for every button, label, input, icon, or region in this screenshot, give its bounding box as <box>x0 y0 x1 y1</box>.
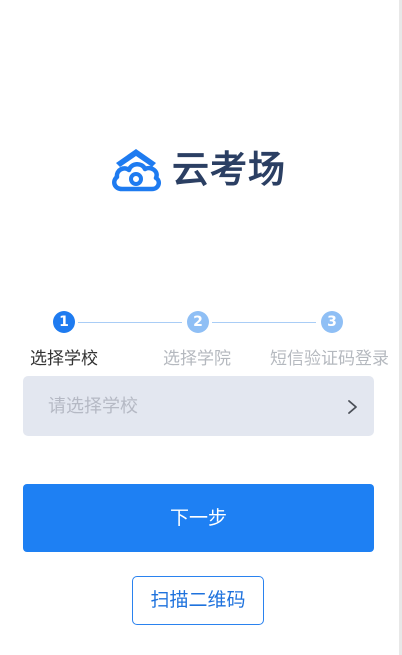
app-name: 云考场 <box>172 148 286 191</box>
step-1-circle: 1 <box>53 311 75 333</box>
step-connector-1 <box>78 322 182 323</box>
step-connector-2 <box>212 322 316 323</box>
step-3-circle: 3 <box>321 311 343 333</box>
app-logo: 云考场 <box>108 145 286 195</box>
chevron-right-icon <box>348 400 357 414</box>
school-select-placeholder: 请选择学校 <box>48 396 138 417</box>
school-select[interactable]: 请选择学校 <box>23 376 374 436</box>
step-1-label: 选择学校 <box>30 349 98 369</box>
scan-qr-button[interactable]: 扫描二维码 <box>132 576 264 625</box>
next-step-button[interactable]: 下一步 <box>23 484 374 552</box>
step-3-label: 短信验证码登录 <box>270 349 389 369</box>
step-2-label: 选择学院 <box>163 349 231 369</box>
step-2-circle: 2 <box>187 311 209 333</box>
cloud-house-logo-icon <box>112 149 162 192</box>
